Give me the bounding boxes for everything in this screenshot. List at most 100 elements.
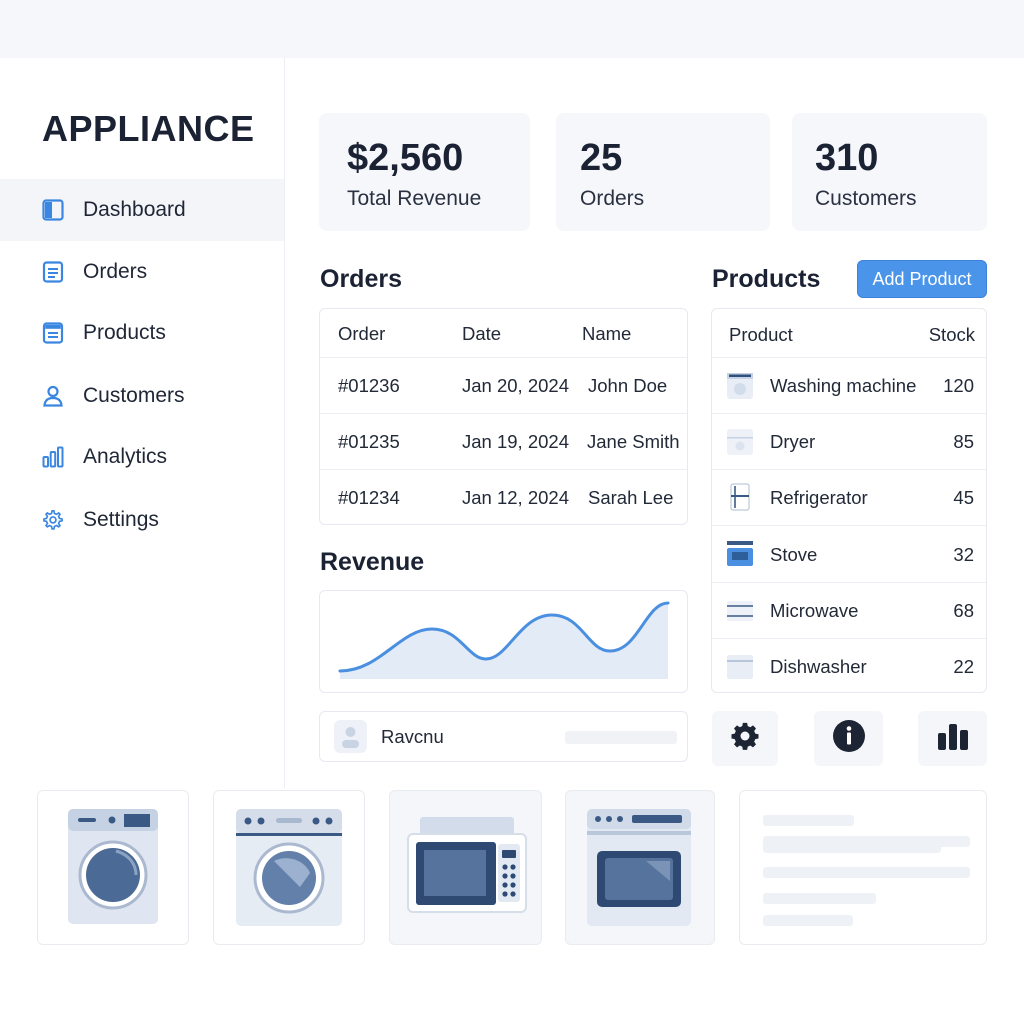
product-stock: 68	[953, 600, 974, 621]
skeleton-line	[763, 915, 853, 926]
bar-chart-icon	[937, 721, 969, 756]
gear-icon	[730, 721, 760, 756]
stat-label: Total Revenue	[347, 187, 482, 210]
order-id: #01234	[338, 487, 400, 508]
placeholder-card	[739, 790, 987, 945]
gear-icon	[42, 509, 64, 531]
table-row[interactable]: Washing machine 120	[712, 357, 986, 413]
table-row[interactable]: Stove 32	[712, 525, 986, 582]
sidebar-item-label: Products	[83, 321, 166, 344]
stat-value: 310	[815, 137, 879, 179]
order-date: Jan 12, 2024	[462, 487, 569, 508]
stat-card-orders: 25 Orders	[556, 113, 770, 231]
info-button[interactable]	[814, 711, 883, 766]
top-bar	[0, 0, 1024, 58]
table-header: Order Date Name	[320, 309, 687, 357]
table-row[interactable]: #01236 Jan 20, 2024 John Doe	[320, 357, 687, 413]
column-header: Name	[582, 323, 632, 344]
orders-table: Order Date Name #01236 Jan 20, 2024 John…	[319, 308, 688, 525]
column-header: Date	[462, 323, 502, 344]
sidebar-item-label: Orders	[83, 260, 148, 283]
revenue-chart	[319, 590, 688, 693]
product-name: Dishwasher	[770, 656, 867, 677]
revenue-title: Revenue	[320, 548, 425, 576]
brand-logo: APPLIANCE	[42, 108, 255, 149]
sidebar-item-label: Analytics	[83, 445, 168, 468]
table-row[interactable]: #01235 Jan 19, 2024 Jane Smith	[320, 413, 687, 469]
revenue-sparkline	[338, 601, 670, 679]
product-name: Stove	[770, 544, 818, 565]
product-name: Washing machine	[770, 375, 917, 396]
add-product-button[interactable]: Add Product	[857, 260, 987, 298]
products-title: Products	[712, 265, 821, 293]
stove-icon	[726, 540, 754, 568]
product-name: Microwave	[770, 600, 859, 621]
user-name: Ravcnu	[381, 726, 444, 747]
bar-chart-icon	[42, 446, 64, 468]
stat-label: Orders	[580, 187, 645, 210]
sidebar-item-label: Customers	[83, 384, 185, 407]
orders-icon	[42, 261, 64, 283]
order-name: Sarah Lee	[588, 487, 674, 508]
skeleton-line	[763, 893, 876, 904]
dryer-icon	[726, 428, 754, 456]
stat-value: 25	[580, 137, 623, 179]
table-row[interactable]: Dishwasher 22	[712, 638, 986, 692]
stat-label: Customers	[815, 187, 917, 210]
order-id: #01236	[338, 375, 400, 396]
order-name: Jane Smith	[587, 431, 680, 452]
washing-machine-image[interactable]	[37, 790, 189, 945]
oven-illustration	[587, 809, 691, 926]
order-date: Jan 19, 2024	[462, 431, 569, 452]
sidebar-divider	[284, 58, 285, 788]
product-stock: 32	[953, 544, 974, 565]
washing-machine-icon	[726, 372, 754, 400]
product-name: Refrigerator	[770, 487, 868, 508]
microwave-illustration	[407, 817, 527, 913]
product-stock: 120	[943, 375, 974, 396]
orders-title: Orders	[320, 265, 402, 293]
column-header: Order	[338, 323, 386, 344]
dryer-illustration	[236, 809, 342, 926]
sidebar-item-settings[interactable]: Settings	[0, 489, 284, 551]
table-row[interactable]: Microwave 68	[712, 582, 986, 638]
skeleton-line	[763, 815, 854, 826]
user-row[interactable]: Ravcnu	[319, 711, 688, 762]
sidebar-item-label: Dashboard	[83, 198, 186, 221]
order-name: John Doe	[588, 375, 668, 396]
analytics-button[interactable]	[918, 711, 987, 766]
microwave-icon	[726, 597, 754, 625]
washing-machine-illustration	[68, 809, 158, 924]
dryer-image[interactable]	[213, 790, 365, 945]
sidebar-item-customers[interactable]: Customers	[0, 365, 284, 427]
product-stock: 45	[953, 487, 974, 508]
skeleton-line	[763, 844, 941, 853]
column-header: Product	[729, 324, 793, 345]
stat-value: $2,560	[347, 137, 464, 179]
column-header: Stock	[928, 324, 975, 345]
microwave-image[interactable]	[389, 790, 542, 945]
sidebar-item-analytics[interactable]: Analytics	[0, 426, 284, 488]
table-row[interactable]: Refrigerator 45	[712, 469, 986, 525]
table-row[interactable]: #01234 Jan 12, 2024 Sarah Lee	[320, 469, 687, 524]
sidebar-item-dashboard[interactable]: Dashboard	[0, 179, 284, 241]
table-header: Product Stock	[712, 309, 986, 357]
placeholder-bar	[565, 731, 677, 744]
stat-card-customers: 310 Customers	[792, 113, 987, 231]
dashboard-icon	[42, 199, 64, 221]
product-stock: 85	[953, 431, 974, 452]
product-stock: 22	[953, 656, 974, 677]
products-icon	[42, 322, 64, 344]
sidebar-item-products[interactable]: Products	[0, 302, 284, 364]
refrigerator-icon	[726, 483, 754, 511]
table-row[interactable]: Dryer 85	[712, 413, 986, 469]
order-date: Jan 20, 2024	[462, 375, 569, 396]
sidebar-item-orders[interactable]: Orders	[0, 241, 284, 303]
info-icon	[832, 719, 866, 758]
oven-image[interactable]	[565, 790, 715, 945]
product-name: Dryer	[770, 431, 816, 452]
revenue-area	[340, 603, 668, 679]
settings-button[interactable]	[712, 711, 778, 766]
skeleton-line	[763, 867, 970, 878]
stat-card-revenue: $2,560 Total Revenue	[319, 113, 530, 231]
